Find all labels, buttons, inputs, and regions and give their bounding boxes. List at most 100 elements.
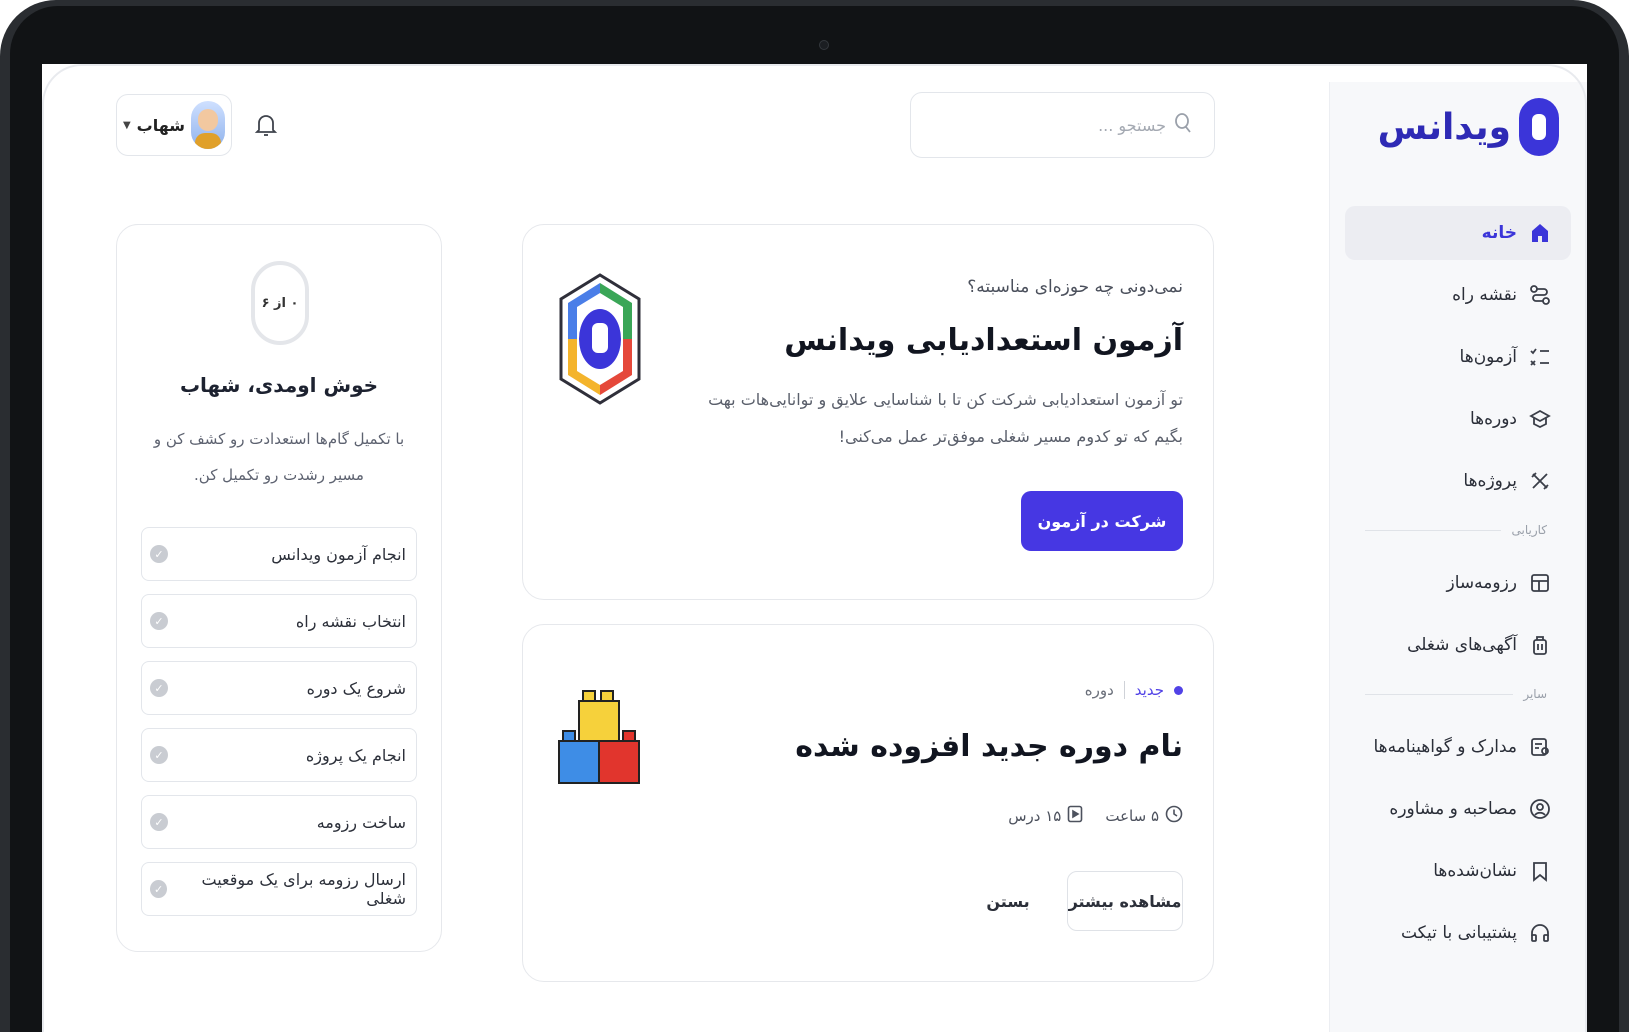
course-type: دوره bbox=[1084, 681, 1114, 699]
onboarding-step[interactable]: انجام آزمون ویدانس ✓ bbox=[141, 527, 417, 581]
course-duration: ۵ ساعت bbox=[1105, 805, 1183, 827]
chevron-down-icon: ▼ bbox=[122, 119, 131, 131]
sidebar-item-label: آگهی‌های شغلی bbox=[1407, 635, 1517, 655]
home-icon bbox=[1529, 222, 1551, 244]
search-icon bbox=[1174, 113, 1192, 137]
welcome-subtitle: با تکمیل گام‌ها استعدادت رو کشف کن و مسی… bbox=[153, 430, 405, 484]
tag-divider bbox=[1123, 681, 1125, 699]
progress-ring: ۰ از ۶ bbox=[251, 261, 309, 345]
brand-logo[interactable]: ویدانس bbox=[1378, 98, 1559, 156]
onboarding-steps: انجام آزمون ویدانس ✓ انتخاب نقشه راه ✓ ش… bbox=[141, 527, 417, 929]
app-screen: ویدانس خانه نقشه راه آزمون‌ها bbox=[42, 64, 1587, 1032]
clock-icon bbox=[1165, 805, 1183, 827]
onboarding-step[interactable]: شروع یک دوره ✓ bbox=[141, 661, 417, 715]
step-label: انجام یک پروژه bbox=[305, 745, 406, 765]
step-label: انتخاب نقشه راه bbox=[295, 611, 406, 631]
sidebar-item-courses[interactable]: دوره‌ها bbox=[1345, 392, 1571, 446]
course-lessons: ۱۵ درس bbox=[1008, 805, 1083, 827]
onboarding-step[interactable]: ارسال رزومه برای یک موقعیت شغلی ✓ bbox=[141, 862, 417, 916]
graduation-cap-icon bbox=[1529, 408, 1551, 430]
headset-icon bbox=[1529, 922, 1551, 944]
logo-mark-icon bbox=[1519, 98, 1559, 156]
section-divider bbox=[1365, 529, 1502, 531]
sidebar-item-resume-builder[interactable]: رزومه‌ساز bbox=[1345, 556, 1571, 610]
course-title: نام دوره جدید افزوده شده bbox=[795, 729, 1183, 764]
exam-card-description: تو آزمون استعدادیابی شرکت کن تا با شناسا… bbox=[708, 390, 1183, 446]
notification-bell-icon[interactable] bbox=[254, 112, 278, 138]
section-other-label: سایر bbox=[1523, 687, 1547, 701]
avatar bbox=[191, 101, 226, 149]
sidebar-item-label: نشان‌شده‌ها bbox=[1433, 861, 1517, 881]
sidebar-item-label: رزومه‌ساز bbox=[1446, 573, 1517, 593]
check-circle-icon: ✓ bbox=[150, 545, 168, 563]
briefcase-icon bbox=[1529, 634, 1551, 656]
camera-dot bbox=[819, 40, 829, 50]
certificate-icon bbox=[1529, 736, 1551, 758]
course-meta: ۵ ساعت ۱۵ درس bbox=[1008, 805, 1183, 827]
brand-name: ویدانس bbox=[1377, 106, 1512, 148]
building-blocks-icon bbox=[557, 689, 641, 785]
user-menu[interactable]: شهاب ▼ bbox=[116, 94, 232, 156]
sidebar-item-label: مدارک و گواهینامه‌ها bbox=[1373, 737, 1517, 757]
course-lessons-label: ۱۵ درس bbox=[1008, 807, 1062, 825]
sidebar-item-bookmarks[interactable]: نشان‌شده‌ها bbox=[1345, 844, 1571, 898]
search-input[interactable] bbox=[966, 115, 1166, 135]
check-circle-icon: ✓ bbox=[150, 880, 168, 898]
step-label: ساخت رزومه bbox=[316, 812, 406, 832]
sidebar-item-support[interactable]: پشتیبانی با تیکت bbox=[1345, 906, 1571, 960]
close-button[interactable]: بستن bbox=[973, 871, 1043, 931]
onboarding-progress-card: ۰ از ۶ خوش اومدی، شهاب با تکمیل گام‌ها ا… bbox=[116, 224, 442, 952]
sidebar-item-roadmap[interactable]: نقشه راه bbox=[1345, 268, 1571, 322]
sidebar-item-label: آزمون‌ها bbox=[1459, 347, 1517, 367]
sidebar-item-label: نقشه راه bbox=[1452, 285, 1517, 305]
sidebar-item-home[interactable]: خانه bbox=[1345, 206, 1571, 260]
onboarding-step[interactable]: ساخت رزومه ✓ bbox=[141, 795, 417, 849]
section-other: سایر bbox=[1345, 682, 1571, 706]
section-career: کاریابی bbox=[1345, 518, 1571, 542]
step-label: انجام آزمون ویدانس bbox=[271, 544, 406, 564]
progress-ring-label: ۰ از ۶ bbox=[261, 295, 299, 311]
sidebar-item-label: پشتیبانی با تیکت bbox=[1400, 923, 1517, 943]
talent-exam-card: نمی‌دونی چه حوزه‌ای مناسبته؟ آزمون استعد… bbox=[522, 224, 1214, 600]
tools-icon bbox=[1529, 470, 1551, 492]
consult-icon bbox=[1529, 798, 1551, 820]
sidebar-item-job-ads[interactable]: آگهی‌های شغلی bbox=[1345, 618, 1571, 672]
user-name: شهاب bbox=[136, 115, 186, 135]
onboarding-step[interactable]: انجام یک پروژه ✓ bbox=[141, 728, 417, 782]
sidebar-item-label: خانه bbox=[1481, 223, 1517, 243]
check-circle-icon: ✓ bbox=[150, 679, 168, 697]
route-icon bbox=[1529, 284, 1551, 306]
sidebar-item-label: دوره‌ها bbox=[1469, 409, 1517, 429]
step-label: ارسال رزومه برای یک موقعیت شغلی bbox=[201, 870, 406, 908]
checklist-icon bbox=[1529, 346, 1551, 368]
exam-badge-icon bbox=[557, 273, 643, 405]
view-more-button[interactable]: مشاهده بیشتر bbox=[1067, 871, 1183, 931]
resume-icon bbox=[1529, 572, 1551, 594]
check-circle-icon: ✓ bbox=[150, 612, 168, 630]
course-tagline: جدید دوره bbox=[1085, 681, 1183, 699]
step-label: شروع یک دوره bbox=[306, 678, 406, 698]
sidebar-item-label: مصاحبه و مشاوره bbox=[1389, 799, 1517, 819]
exam-card-title: آزمون استعدادیابی ویدانس bbox=[784, 323, 1183, 358]
onboarding-step[interactable]: انتخاب نقشه راه ✓ bbox=[141, 594, 417, 648]
search-box[interactable] bbox=[910, 92, 1215, 158]
new-course-card: جدید دوره نام دوره جدید افزوده شده ۵ ساع… bbox=[522, 624, 1214, 982]
check-circle-icon: ✓ bbox=[150, 746, 168, 764]
take-exam-button[interactable]: شرکت در آزمون bbox=[1021, 491, 1183, 551]
sidebar: ویدانس خانه نقشه راه آزمون‌ها bbox=[1329, 82, 1587, 1032]
sidebar-item-consulting[interactable]: مصاحبه و مشاوره bbox=[1345, 782, 1571, 836]
check-circle-icon: ✓ bbox=[150, 813, 168, 831]
bookmark-icon bbox=[1529, 860, 1551, 882]
course-duration-label: ۵ ساعت bbox=[1105, 807, 1159, 825]
sidebar-nav: خانه نقشه راه آزمون‌ها دوره‌ها bbox=[1345, 206, 1571, 968]
exam-card-subtitle: نمی‌دونی چه حوزه‌ای مناسبته؟ bbox=[967, 277, 1183, 297]
new-dot-icon bbox=[1174, 685, 1183, 695]
play-lesson-icon bbox=[1067, 805, 1083, 827]
sidebar-item-label: پروژه‌ها bbox=[1463, 471, 1517, 491]
sidebar-item-exams[interactable]: آزمون‌ها bbox=[1345, 330, 1571, 384]
sidebar-item-certificates[interactable]: مدارک و گواهینامه‌ها bbox=[1345, 720, 1571, 774]
new-badge: جدید bbox=[1134, 681, 1164, 699]
section-divider bbox=[1365, 693, 1514, 695]
section-career-label: کاریابی bbox=[1511, 523, 1547, 537]
sidebar-item-projects[interactable]: پروژه‌ها bbox=[1345, 454, 1571, 508]
